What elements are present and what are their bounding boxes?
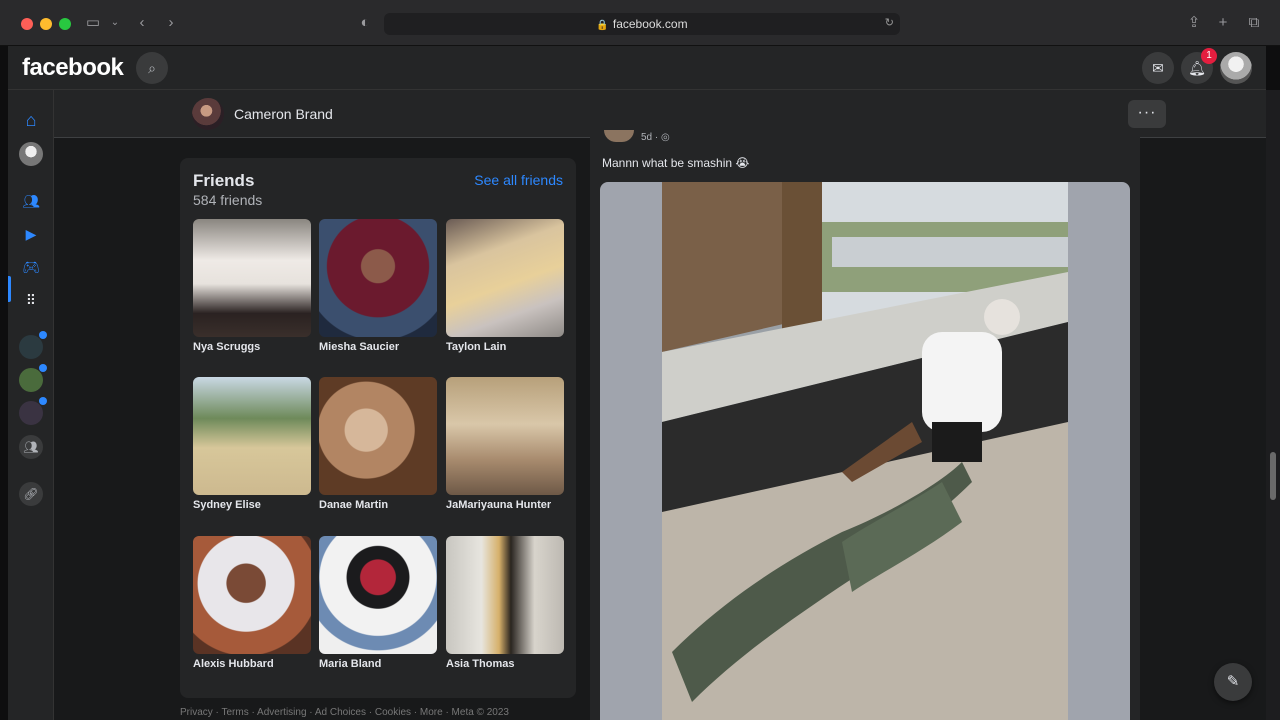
post-photo[interactable] <box>662 182 1068 720</box>
post-media[interactable] <box>600 182 1130 720</box>
url-text: 🔒 facebook.com <box>384 17 900 31</box>
account-avatar[interactable] <box>1220 52 1252 84</box>
profile-avatar[interactable] <box>192 98 224 130</box>
group-avatar-icon[interactable] <box>19 364 47 392</box>
group-avatar-icon[interactable] <box>19 331 47 359</box>
privacy-globe-icon: ◎ <box>661 132 670 143</box>
friend-name[interactable]: Danae Martin <box>319 499 437 511</box>
gaming-icon[interactable]: 🎮︎ <box>19 255 43 279</box>
new-tab-icon[interactable]: + <box>1212 12 1234 34</box>
facebook-header: facebook ⌕ ✉ 🔔︎ 1 <box>8 46 1266 90</box>
friend-photo[interactable] <box>193 219 311 337</box>
menu-grid-icon[interactable]: ⠿ <box>19 288 43 312</box>
home-icon[interactable]: ⌂ <box>19 108 43 132</box>
chevron-down-icon[interactable]: ⌄ <box>104 12 126 34</box>
friend-name[interactable]: Maria Bland <box>319 658 437 670</box>
friend-name[interactable]: Asia Thomas <box>446 658 564 670</box>
friends-title: Friends <box>193 171 255 190</box>
friend-tile[interactable]: Maria Bland <box>319 536 437 670</box>
facebook-logo[interactable]: facebook <box>22 54 124 82</box>
more-options-button[interactable]: ··· <box>1128 100 1166 128</box>
friend-name[interactable]: Miesha Saucier <box>319 341 437 353</box>
friend-tile[interactable]: Alexis Hubbard <box>193 536 311 670</box>
post-card: 5d · ◎ Mannn what be smashin 😭 <box>590 128 1140 720</box>
post-time[interactable]: 5d · ◎ <box>641 132 670 143</box>
link-icon[interactable]: 🔗︎ <box>19 482 43 506</box>
post-author-avatar[interactable] <box>604 130 634 142</box>
url-value: facebook.com <box>612 17 688 31</box>
friend-tile[interactable]: Nya Scruggs <box>193 219 311 353</box>
back-icon[interactable]: ‹ <box>131 12 153 34</box>
post-text: Mannn what be smashin 😭 <box>602 156 750 170</box>
zoom-window-button[interactable] <box>59 18 71 30</box>
page-scrollbar[interactable] <box>1266 90 1280 720</box>
left-rail: ⌂ 👥︎ ▶ 🎮︎ ⠿ 👥︎ 🔗︎ <box>8 90 54 720</box>
friend-tile[interactable]: Taylon Lain <box>446 219 564 353</box>
unread-dot <box>39 364 47 372</box>
friend-tile[interactable]: Danae Martin <box>319 377 437 511</box>
address-bar[interactable]: 🔒 facebook.com ↻ <box>384 13 900 35</box>
friend-name[interactable]: JaMariyauna Hunter <box>446 499 564 511</box>
browser-toolbar: ▭ ⌄ ‹ › ◐ 🔒 facebook.com ↻ ⇪ + ⧉ <box>0 0 1280 46</box>
friend-name[interactable]: Taylon Lain <box>446 341 564 353</box>
friends-icon[interactable]: 👥︎ <box>19 189 43 213</box>
tab-overview-icon[interactable]: ⧉ <box>1243 12 1265 34</box>
search-icon[interactable]: ⌕ <box>136 52 168 84</box>
notifications-bell-icon[interactable]: 🔔︎ 1 <box>1181 48 1217 84</box>
friend-tile[interactable]: Asia Thomas <box>446 536 564 670</box>
minimize-window-button[interactable] <box>40 18 52 30</box>
close-window-button[interactable] <box>21 18 33 30</box>
friend-photo[interactable] <box>319 377 437 495</box>
friends-card: Friends 584 friends See all friends Nya … <box>180 158 576 698</box>
friend-tile[interactable]: Sydney Elise <box>193 377 311 511</box>
rail-active-indicator <box>8 276 11 302</box>
share-icon[interactable]: ⇪ <box>1183 12 1205 34</box>
group-avatar-icon[interactable] <box>19 397 47 425</box>
friend-photo[interactable] <box>193 377 311 495</box>
friend-name[interactable]: Nya Scruggs <box>193 341 311 353</box>
friend-photo[interactable] <box>319 219 437 337</box>
unread-dot <box>39 397 47 405</box>
main-content: Cameron Brand ··· Friends 584 friends Se… <box>54 90 1266 720</box>
scrollbar-thumb[interactable] <box>1270 452 1276 500</box>
privacy-shield-icon[interactable]: ◐ <box>354 12 376 34</box>
footer-links[interactable]: Privacy · Terms · Advertising · Ad Choic… <box>180 707 509 718</box>
friend-photo[interactable] <box>446 219 564 337</box>
friend-photo[interactable] <box>319 536 437 654</box>
friend-photo[interactable] <box>193 536 311 654</box>
new-message-compose-icon[interactable]: ✎ <box>1214 663 1252 701</box>
reload-icon[interactable]: ↻ <box>885 16 894 29</box>
lock-icon: 🔒 <box>596 20 609 31</box>
friend-tile[interactable]: JaMariyauna Hunter <box>446 377 564 511</box>
post-time-text: 5d · <box>641 132 659 143</box>
sidebar-toggle-icon[interactable]: ▭ <box>82 12 104 34</box>
friend-tile[interactable]: Miesha Saucier <box>319 219 437 353</box>
friend-name[interactable]: Alexis Hubbard <box>193 658 311 670</box>
friend-name[interactable]: Sydney Elise <box>193 499 311 511</box>
profile-name[interactable]: Cameron Brand <box>234 106 333 122</box>
friend-photo[interactable] <box>446 536 564 654</box>
friends-count: 584 friends <box>193 192 263 208</box>
messenger-icon[interactable]: ✉ <box>1142 52 1174 84</box>
forward-icon[interactable]: › <box>160 12 182 34</box>
notifications-badge: 1 <box>1201 48 1217 64</box>
profile-avatar-icon[interactable] <box>19 142 43 166</box>
see-all-friends-link[interactable]: See all friends <box>474 172 563 188</box>
groups-icon[interactable]: 👥︎ <box>19 435 43 459</box>
friend-photo[interactable] <box>446 377 564 495</box>
watch-icon[interactable]: ▶ <box>19 222 43 246</box>
unread-dot <box>39 331 47 339</box>
